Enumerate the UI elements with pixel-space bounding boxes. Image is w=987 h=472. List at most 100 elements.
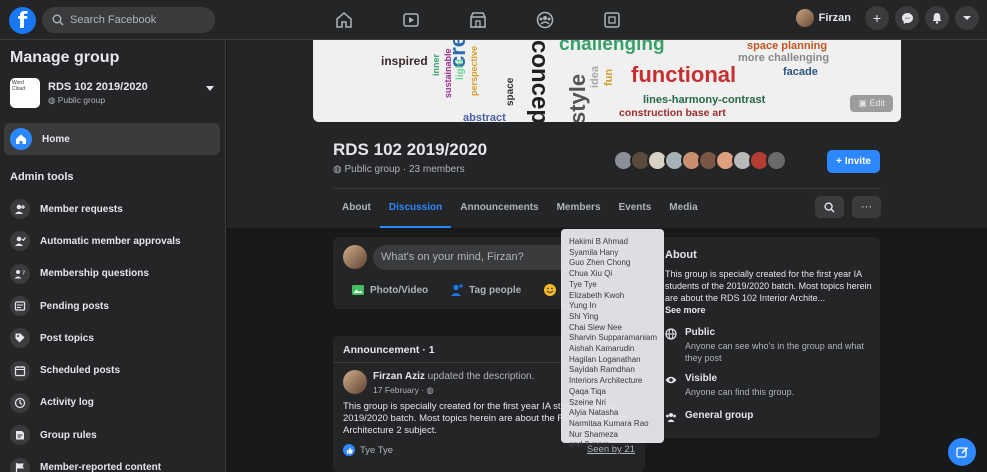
new-message-button[interactable]	[948, 438, 976, 466]
seen-by-name: Qaqa Tiqa	[569, 386, 606, 396]
seen-by-name: Hakimi B Ahmad	[569, 237, 629, 246]
seen-by-name: Tye Tye	[569, 279, 597, 289]
post-author[interactable]: Firzan Aziz	[373, 371, 425, 382]
watch-icon	[402, 13, 419, 27]
about-description: This group is specially created for the …	[665, 268, 875, 316]
tag-people-label: Tag people	[469, 284, 522, 296]
tab-tools: ···	[815, 196, 881, 218]
invite-button[interactable]: + Invite	[827, 150, 880, 173]
sidebar-item-pending-posts[interactable]: Pending posts	[10, 290, 220, 322]
group-privacy-text: Public group	[57, 94, 106, 105]
seen-by-name: Sharvin Supparamaniam	[569, 333, 658, 343]
tab-about[interactable]: About	[333, 192, 380, 228]
nav-home[interactable]	[310, 0, 377, 40]
people-icon	[666, 413, 676, 422]
messenger-icon	[901, 12, 913, 24]
tag-people-button[interactable]: Tag people	[450, 283, 521, 297]
profile-shortcut[interactable]: Firzan	[794, 7, 859, 29]
cloud-word: inner	[431, 53, 441, 76]
gaming-icon	[603, 12, 620, 28]
group-thumbnail: Word Cloud	[10, 78, 40, 108]
messenger-button[interactable]	[895, 6, 919, 30]
seen-by-name: Interiors Architecture	[569, 376, 643, 386]
nav-marketplace[interactable]	[444, 0, 511, 40]
sidebar-item-member-requests[interactable]: Member requests	[10, 193, 220, 225]
pending-posts-icon	[10, 296, 30, 317]
seen-by-name: Guo Zhen Chong	[569, 258, 631, 268]
feeling-button[interactable]	[543, 283, 557, 297]
seen-by-name: Alyia Natasha	[569, 408, 619, 418]
cloud-word: concept	[526, 40, 553, 122]
avatar[interactable]	[766, 150, 787, 171]
group-meta-text: Public group · 23 members	[344, 164, 465, 175]
cloud-word: light	[455, 58, 466, 80]
sidebar-item-member-reported-content[interactable]: Member-reported content	[10, 451, 220, 472]
reported-icon	[10, 457, 30, 472]
liker-name: Tye Tye	[360, 444, 394, 456]
notifications-button[interactable]	[925, 6, 949, 30]
facebook-logo-icon[interactable]: f	[9, 7, 36, 34]
cover-photo-word-cloud: inspired creative concept space style id…	[313, 40, 901, 122]
create-button[interactable]: +	[865, 6, 889, 30]
top-right-controls: Firzan +	[794, 6, 979, 30]
about-general-title: General group	[685, 410, 754, 421]
about-public-title: Public	[685, 327, 716, 338]
sidebar-item-label: Post topics	[40, 332, 94, 344]
tag-people-icon	[451, 284, 464, 296]
topics-icon	[10, 328, 30, 349]
profile-name: Firzan	[818, 12, 851, 24]
tab-discussion[interactable]: Discussion	[379, 192, 452, 228]
reactions[interactable]: Tye Tye	[343, 444, 393, 456]
search-box[interactable]	[42, 7, 215, 33]
svg-text:?: ?	[22, 270, 25, 277]
search-input[interactable]	[70, 14, 200, 26]
account-menu-button[interactable]	[955, 6, 979, 30]
main-nav	[310, 0, 645, 40]
admin-tools-heading: Admin tools	[10, 171, 74, 183]
nav-watch[interactable]	[377, 0, 444, 40]
sidebar-item-membership-questions[interactable]: ? Membership questions	[10, 258, 220, 290]
cloud-word: idea	[589, 65, 601, 88]
sidebar-item-automatic-member-approvals[interactable]: Automatic member approvals	[10, 225, 220, 257]
seen-by-name: Hagilan Loganathan	[569, 354, 641, 364]
chevron-down-icon[interactable]	[206, 86, 214, 91]
sidebar-item-activity-log[interactable]: Activity log	[10, 387, 220, 419]
see-more-link[interactable]: See more	[665, 305, 706, 315]
sidebar-item-group-rules[interactable]: Group rules	[10, 419, 220, 451]
sidebar-item-label: Member-reported content	[40, 462, 162, 472]
post-date: 17 February · ◍	[373, 385, 434, 396]
cloud-word: abstract	[463, 112, 506, 122]
edit-cover-button[interactable]: ▣ Edit	[850, 95, 893, 112]
post-author-line: Firzan Aziz updated the description.	[373, 371, 534, 382]
tab-announcements[interactable]: Announcements	[451, 192, 547, 228]
photo-video-button[interactable]: Photo/Video	[351, 283, 428, 297]
cloud-word: construction base art	[619, 107, 726, 119]
questions-icon: ?	[10, 263, 30, 284]
group-search-button[interactable]	[815, 196, 844, 218]
seen-by-name: Aishah Kamarudin	[569, 344, 635, 354]
nav-groups[interactable]	[511, 0, 578, 40]
sidebar-item-label: Group rules	[40, 429, 97, 441]
sidebar-item-post-topics[interactable]: Post topics	[10, 322, 220, 354]
nav-gaming[interactable]	[578, 0, 645, 40]
cloud-word: fun	[603, 68, 615, 86]
sidebar-item-label: Membership questions	[40, 268, 149, 280]
sidebar-item-home[interactable]: Home	[4, 123, 220, 155]
avatar	[343, 245, 367, 269]
seen-by-name: Szeine Nri	[569, 397, 606, 407]
announcement-header: Announcement · 1	[343, 344, 435, 356]
group-switcher[interactable]: Word Cloud RDS 102 2019/2020 ◍ Public gr…	[10, 76, 220, 110]
tab-events[interactable]: Events	[610, 192, 661, 228]
post-date-text[interactable]: 17 February ·	[373, 385, 424, 395]
page-title: RDS 102 2019/2020	[333, 140, 488, 159]
sidebar-item-label: Member requests	[40, 203, 123, 215]
cloud-word: lines-harmony-contrast	[643, 94, 766, 106]
sidebar-item-scheduled-posts[interactable]: Scheduled posts	[10, 354, 220, 386]
seen-by-name: Chua Xiu Qi	[569, 269, 613, 279]
member-avatars[interactable]	[613, 150, 787, 171]
more-options-button[interactable]: ···	[852, 196, 881, 218]
avatar[interactable]	[343, 370, 367, 394]
tab-members[interactable]: Members	[548, 192, 610, 228]
tab-media[interactable]: Media	[660, 192, 706, 228]
post-action: updated the description.	[427, 371, 535, 382]
